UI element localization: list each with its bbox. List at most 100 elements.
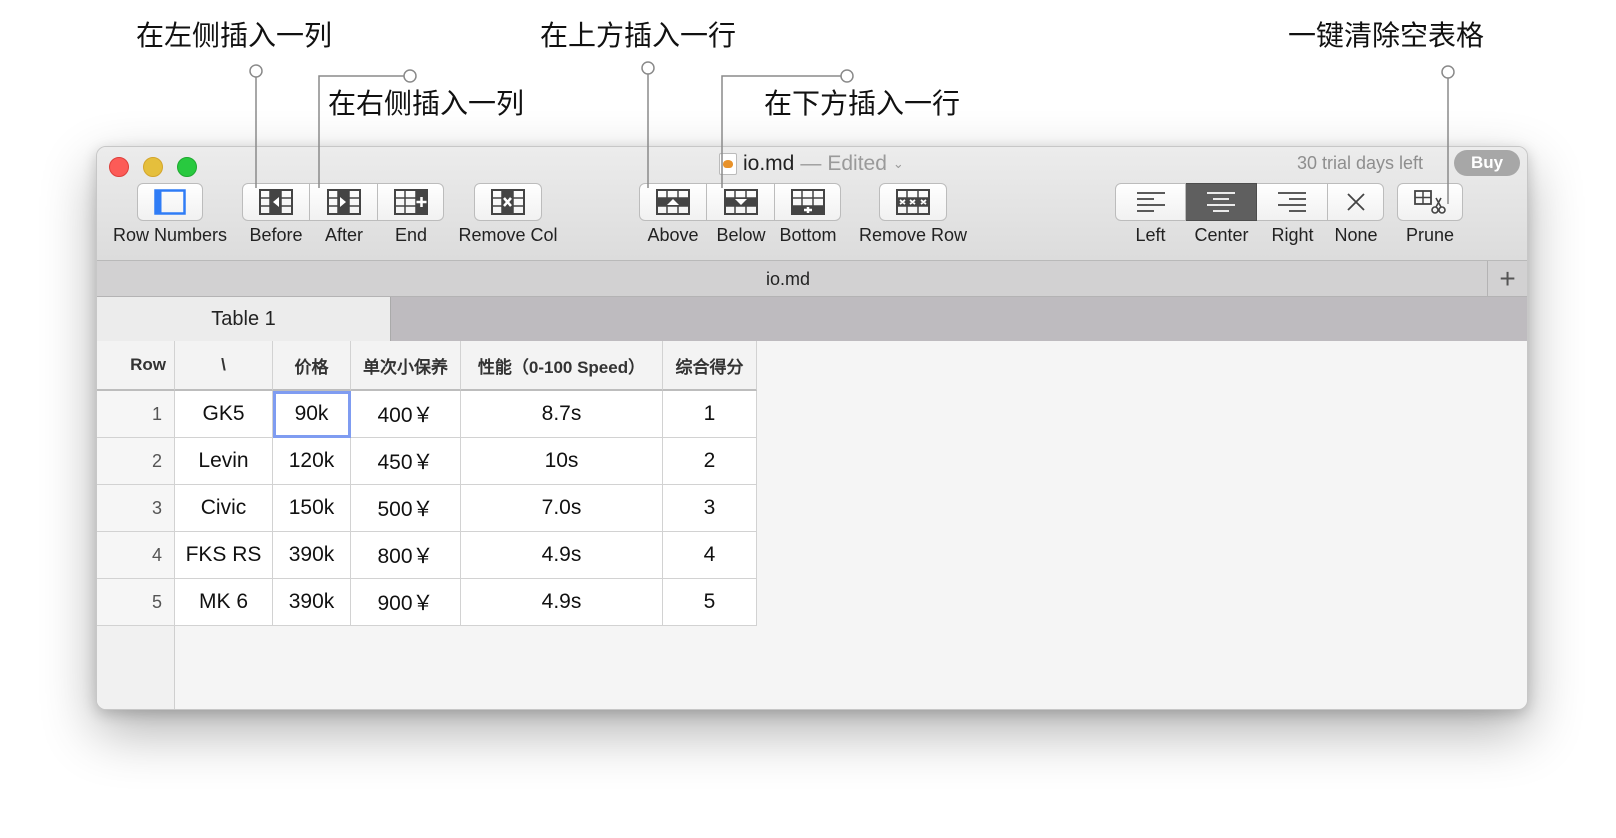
insert-column-after-icon: [326, 189, 361, 215]
align-none-button[interactable]: [1328, 183, 1384, 221]
app-window: io.md — Edited ⌄ 30 trial days left Buy …: [96, 146, 1528, 710]
table-cell[interactable]: 450￥: [351, 438, 461, 485]
annotation-insert-row-above: 在上方插入一行: [540, 19, 737, 52]
table-cell[interactable]: 4: [663, 532, 757, 579]
center-label: Center: [1194, 225, 1249, 245]
table-cell[interactable]: Civic: [175, 485, 273, 532]
close-x-icon: [1345, 191, 1367, 213]
remove-row-icon: [896, 189, 930, 215]
file-tab[interactable]: io.md: [97, 261, 1479, 297]
remove-col-button[interactable]: [474, 183, 542, 221]
remove-row-button[interactable]: [879, 183, 947, 221]
align-right-button[interactable]: [1257, 183, 1328, 221]
column-header[interactable]: 价格: [273, 341, 351, 391]
column-header[interactable]: \: [175, 341, 273, 391]
buy-button[interactable]: Buy: [1454, 150, 1520, 176]
title-toolbar: io.md — Edited ⌄ 30 trial days left Buy …: [97, 147, 1527, 261]
annotation-insert-row-below: 在下方插入一行: [764, 87, 961, 120]
insert-col-end-button[interactable]: [378, 183, 444, 221]
align-left-icon: [1136, 191, 1166, 213]
left-label: Left: [1135, 225, 1166, 245]
row-number[interactable]: 4: [97, 532, 175, 579]
insert-row-above-icon: [656, 189, 690, 215]
remove-row-label: Remove Row: [858, 225, 968, 245]
table-cell[interactable]: 120k: [273, 438, 351, 485]
title-separator: —: [800, 152, 822, 175]
right-label: Right: [1271, 225, 1314, 245]
table-cell[interactable]: GK5: [175, 391, 273, 438]
document-name: io.md: [743, 152, 795, 175]
align-right-icon: [1277, 191, 1307, 213]
table-cell[interactable]: MK 6: [175, 579, 273, 626]
prune-label: Prune: [1405, 225, 1455, 245]
insert-column-before-icon: [259, 189, 293, 215]
insert-col-before-button[interactable]: [242, 183, 310, 221]
row-number[interactable]: 1: [97, 391, 175, 438]
table-cell[interactable]: 5: [663, 579, 757, 626]
table-cell[interactable]: Levin: [175, 438, 273, 485]
insert-row-below-icon: [723, 189, 758, 215]
sheet-tab-bar: Table 1: [97, 297, 1527, 341]
insert-row-bottom-icon: [790, 189, 825, 215]
above-label: Above: [647, 225, 699, 245]
new-tab-plus-icon[interactable]: +: [1487, 261, 1527, 297]
remove-col-label: Remove Col: [458, 225, 558, 245]
chevron-down-icon: ⌄: [892, 156, 904, 171]
end-label: End: [394, 225, 428, 245]
table-cell[interactable]: 10s: [461, 438, 663, 485]
row-number[interactable]: 5: [97, 579, 175, 626]
table-cell[interactable]: 900￥: [351, 579, 461, 626]
column-header[interactable]: 综合得分: [663, 341, 757, 391]
table-cell[interactable]: 1: [663, 391, 757, 438]
table-cell[interactable]: 3: [663, 485, 757, 532]
table-cell[interactable]: 4.9s: [461, 579, 663, 626]
file-tab-bar: io.md +: [97, 261, 1527, 297]
align-center-button[interactable]: [1186, 183, 1257, 221]
insert-column-end-icon: [393, 189, 428, 215]
table-cell-selected[interactable]: 90k: [273, 391, 351, 438]
table-cell[interactable]: 2: [663, 438, 757, 485]
close-window-button[interactable]: [109, 157, 129, 177]
edited-status: Edited: [827, 152, 887, 175]
table-cell[interactable]: 7.0s: [461, 485, 663, 532]
before-label: Before: [249, 225, 303, 245]
table-cell[interactable]: FKS RS: [175, 532, 273, 579]
bottom-label: Bottom: [779, 225, 837, 245]
insert-row-bottom-button[interactable]: [775, 183, 841, 221]
tab-table-1[interactable]: Table 1: [97, 297, 391, 341]
scissors-table-icon: [1414, 189, 1446, 215]
none-label: None: [1334, 225, 1378, 245]
row-number-header: Row: [97, 341, 175, 391]
document-icon: [719, 153, 737, 175]
window-title[interactable]: io.md — Edited ⌄: [719, 151, 904, 177]
table-cell[interactable]: 400￥: [351, 391, 461, 438]
row-numbers-label: Row Numbers: [112, 225, 228, 245]
table-cell[interactable]: 390k: [273, 532, 351, 579]
minimize-window-button[interactable]: [143, 157, 163, 177]
row-number[interactable]: 3: [97, 485, 175, 532]
annotation-prune-empty: 一键清除空表格: [1288, 19, 1485, 52]
column-header[interactable]: 单次小保养: [351, 341, 461, 391]
align-left-button[interactable]: [1115, 183, 1186, 221]
table-grid: Row \ 价格 单次小保养 性能（0-100 Speed） 综合得分 1 GK…: [97, 341, 1527, 709]
table-cell[interactable]: 4.9s: [461, 532, 663, 579]
insert-col-after-button[interactable]: [310, 183, 378, 221]
trial-days-text: 30 trial days left: [1297, 153, 1424, 173]
insert-row-above-button[interactable]: [639, 183, 707, 221]
align-center-icon: [1206, 191, 1236, 213]
after-label: After: [324, 225, 363, 245]
column-header[interactable]: 性能（0-100 Speed）: [461, 341, 663, 391]
zoom-window-button[interactable]: [177, 157, 197, 177]
row-number[interactable]: 2: [97, 438, 175, 485]
table-cell[interactable]: 500￥: [351, 485, 461, 532]
annotation-insert-col-left: 在左侧插入一列: [136, 19, 333, 52]
row-numbers-icon: [154, 189, 186, 215]
table-cell[interactable]: 150k: [273, 485, 351, 532]
table-cell[interactable]: 8.7s: [461, 391, 663, 438]
table-cell[interactable]: 800￥: [351, 532, 461, 579]
annotation-insert-col-right: 在右侧插入一列: [328, 87, 525, 120]
insert-row-below-button[interactable]: [707, 183, 775, 221]
table-cell[interactable]: 390k: [273, 579, 351, 626]
row-numbers-button[interactable]: [137, 183, 203, 221]
prune-button[interactable]: [1397, 183, 1463, 221]
